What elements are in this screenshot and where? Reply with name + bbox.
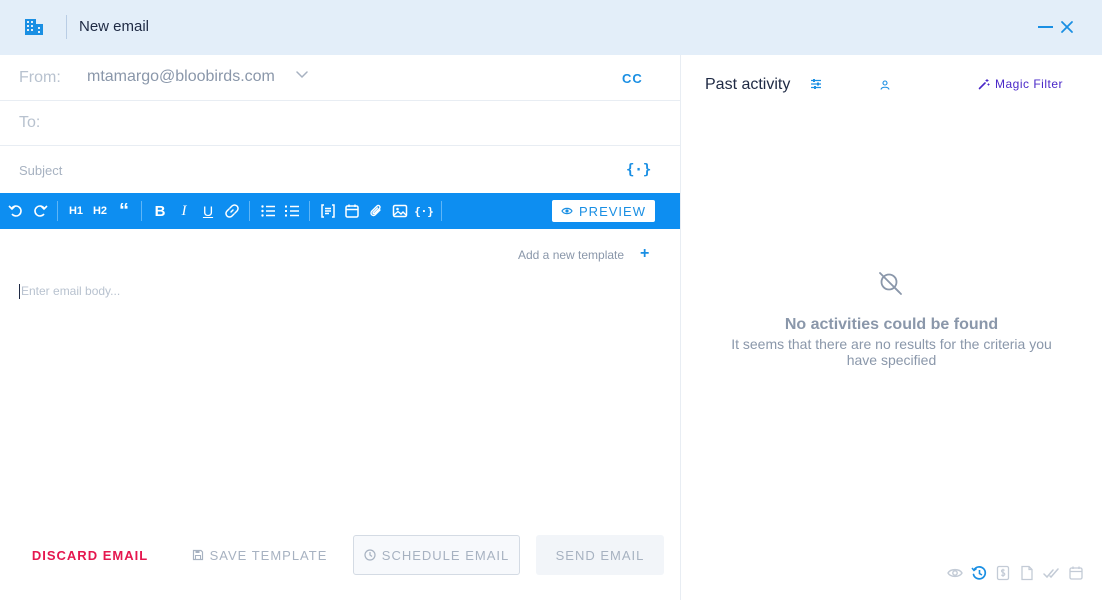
link-icon[interactable] bbox=[223, 202, 241, 220]
toolbar-separator bbox=[249, 201, 250, 221]
heading1-button[interactable]: H1 bbox=[67, 202, 85, 220]
subject-row: Subject {·} bbox=[0, 146, 680, 193]
toolbar-separator bbox=[309, 201, 310, 221]
compose-pane: From: mtamargo@bloobirds.com CC To: Subj… bbox=[0, 55, 680, 600]
bold-button[interactable]: B bbox=[151, 202, 169, 220]
discard-label: DISCARD EMAIL bbox=[31, 547, 149, 563]
to-label: To: bbox=[19, 114, 41, 131]
to-row: To: bbox=[0, 101, 680, 146]
cc-button[interactable]: CC bbox=[622, 71, 643, 86]
email-body-area[interactable] bbox=[15, 280, 665, 520]
magic-filter-label: Magic Filter bbox=[995, 77, 1064, 91]
toolbar-separator bbox=[57, 201, 58, 221]
snippet-icon[interactable] bbox=[319, 202, 337, 220]
dollar-document-icon[interactable] bbox=[995, 565, 1011, 581]
italic-button[interactable]: I bbox=[175, 202, 193, 220]
send-label: SEND EMAIL bbox=[555, 547, 645, 563]
add-template-link[interactable]: Add a new template bbox=[518, 248, 624, 262]
save-icon bbox=[192, 549, 203, 561]
undo-icon[interactable] bbox=[7, 202, 25, 220]
eye-icon bbox=[561, 207, 573, 215]
save-template-button[interactable]: SAVE TEMPLATE bbox=[182, 535, 337, 575]
send-email-button[interactable]: SEND EMAIL bbox=[536, 535, 664, 575]
toolbar-separator bbox=[441, 201, 442, 221]
discard-email-button[interactable]: DISCARD EMAIL bbox=[22, 535, 158, 575]
preview-button[interactable]: PREVIEW bbox=[552, 200, 655, 222]
toolbar-separator bbox=[141, 201, 142, 221]
from-label: From: bbox=[19, 69, 61, 86]
save-template-label: SAVE TEMPLATE bbox=[209, 547, 328, 563]
quote-button[interactable]: “ bbox=[115, 200, 133, 222]
search-off-icon bbox=[879, 272, 902, 295]
calendar-icon[interactable] bbox=[343, 202, 361, 220]
variables-button[interactable]: {·} bbox=[626, 162, 651, 178]
from-select[interactable]: mtamargo@bloobirds.com bbox=[87, 68, 275, 86]
document-icon[interactable] bbox=[1019, 565, 1035, 581]
filter-sliders-icon[interactable] bbox=[810, 78, 822, 90]
schedule-label: SCHEDULE EMAIL bbox=[381, 547, 510, 563]
image-icon[interactable] bbox=[391, 202, 409, 220]
attachment-icon[interactable] bbox=[367, 202, 385, 220]
history-icon[interactable] bbox=[971, 565, 987, 581]
empty-state-subtitle: It seems that there are no results for t… bbox=[731, 336, 1052, 368]
preview-label: PREVIEW bbox=[579, 203, 646, 219]
heading2-button[interactable]: H2 bbox=[91, 202, 109, 220]
user-icon[interactable] bbox=[880, 80, 890, 90]
editor-toolbar: H1 H2 “ B I U {·} PREVIEW bbox=[0, 193, 680, 229]
minimize-icon[interactable] bbox=[1038, 26, 1053, 28]
plus-icon[interactable]: + bbox=[640, 246, 649, 262]
numbered-list-icon[interactable] bbox=[283, 202, 301, 220]
window-header: New email bbox=[0, 0, 1102, 55]
redo-icon[interactable] bbox=[31, 202, 49, 220]
bullet-list-icon[interactable] bbox=[259, 202, 277, 220]
activity-pane: Past activity Magic Filter No activities… bbox=[681, 55, 1102, 600]
subject-input[interactable]: Subject bbox=[19, 163, 62, 178]
header-divider bbox=[66, 15, 67, 39]
magic-wand-icon bbox=[978, 79, 990, 90]
underline-button[interactable]: U bbox=[199, 202, 217, 220]
variables-toolbar-button[interactable]: {·} bbox=[414, 202, 434, 220]
magic-filter-button[interactable]: Magic Filter bbox=[978, 77, 1063, 91]
calendar-icon[interactable] bbox=[1068, 565, 1084, 581]
empty-state-title: No activities could be found bbox=[784, 316, 999, 333]
chevron-down-icon[interactable] bbox=[296, 71, 308, 79]
building-icon bbox=[25, 19, 43, 35]
past-activity-title: Past activity bbox=[705, 76, 791, 93]
to-input[interactable] bbox=[60, 101, 660, 146]
window-title: New email bbox=[79, 18, 150, 35]
from-row: From: mtamargo@bloobirds.com CC bbox=[0, 55, 680, 101]
close-icon[interactable] bbox=[1060, 20, 1074, 34]
double-check-icon[interactable] bbox=[1043, 565, 1059, 581]
clock-icon bbox=[364, 549, 376, 561]
schedule-email-button[interactable]: SCHEDULE EMAIL bbox=[353, 535, 520, 575]
eye-icon[interactable] bbox=[947, 565, 963, 581]
